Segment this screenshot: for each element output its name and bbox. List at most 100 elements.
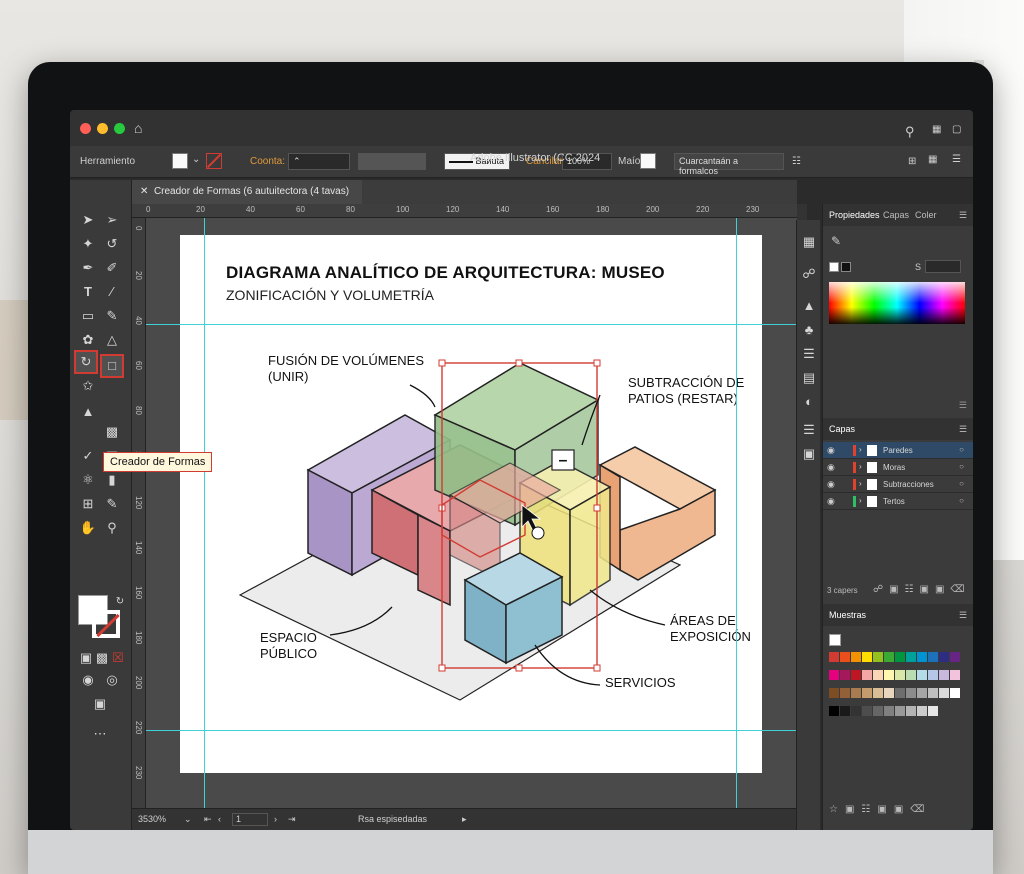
color-value-input[interactable] xyxy=(925,260,961,273)
magic-wand-icon[interactable]: ✦ xyxy=(78,234,98,254)
color-swatch[interactable] xyxy=(862,652,872,662)
layer-name[interactable]: Subtracciones xyxy=(883,480,934,489)
color-swatch[interactable] xyxy=(873,670,883,680)
eyedropper-icon[interactable]: ✓ xyxy=(78,446,98,466)
recolor-icon[interactable]: ✎ xyxy=(831,234,841,248)
color-swatch[interactable] xyxy=(840,670,850,680)
color-swatch[interactable] xyxy=(862,706,872,716)
next-artboard-icon[interactable]: ⇥ xyxy=(288,814,296,825)
panel-menu-icon[interactable]: ☰ xyxy=(959,424,967,435)
color-swatch[interactable] xyxy=(829,670,839,680)
eye-icon[interactable]: ◉ xyxy=(827,479,835,490)
pencil-icon[interactable]: ✎ xyxy=(102,306,122,326)
selection-handle[interactable] xyxy=(515,359,523,367)
chevron-down-icon[interactable]: ⌄ xyxy=(192,154,200,165)
layer-name[interactable]: Tertos xyxy=(883,497,905,506)
color-swatch[interactable] xyxy=(917,688,927,698)
perspective-icon[interactable]: ▲ xyxy=(78,402,98,422)
expand-chevron-icon[interactable]: › xyxy=(859,462,862,471)
shaper-icon[interactable]: ✿ xyxy=(78,330,98,350)
color-swatch[interactable] xyxy=(895,706,905,716)
color-swatch[interactable] xyxy=(873,652,883,662)
guide-vertical[interactable] xyxy=(204,218,205,808)
prev-icon[interactable]: ‹ xyxy=(218,814,221,824)
selection-handle[interactable] xyxy=(593,504,601,512)
rotate-icon[interactable]: ↻ xyxy=(74,350,98,374)
zoom-icon[interactable]: ⚲ xyxy=(102,518,122,538)
color-swatch[interactable] xyxy=(829,688,839,698)
color-spectrum[interactable] xyxy=(829,282,965,324)
color-swatch[interactable] xyxy=(851,706,861,716)
layers-icon[interactable]: ☰ xyxy=(799,420,819,440)
eye-icon[interactable]: ◉ xyxy=(827,462,835,473)
target-icon[interactable]: ○ xyxy=(959,496,964,505)
panel-menu-icon[interactable]: ☰ xyxy=(952,154,961,165)
swap-icon[interactable]: ↻ xyxy=(110,592,130,612)
color-swatch[interactable] xyxy=(895,670,905,680)
tab-layers[interactable]: Capas xyxy=(883,210,909,220)
stroke-swatch[interactable] xyxy=(206,153,222,169)
rectangle-icon[interactable]: ▭ xyxy=(78,306,98,326)
close-window-button[interactable] xyxy=(80,123,91,134)
color-swatch[interactable] xyxy=(884,670,894,680)
target-icon[interactable]: ○ xyxy=(959,462,964,471)
color-swatch[interactable] xyxy=(851,670,861,680)
swatch-none[interactable] xyxy=(829,634,841,646)
color-swatch[interactable] xyxy=(840,706,850,716)
color-swatch[interactable] xyxy=(906,652,916,662)
color-swatch[interactable] xyxy=(873,688,883,698)
style-swatch[interactable] xyxy=(640,153,656,169)
transform-button[interactable]: Cuarcantaán a formalcos xyxy=(674,153,784,176)
workspace-icon[interactable]: ▦ xyxy=(932,124,941,135)
color-swatch[interactable] xyxy=(884,688,894,698)
brushes-icon[interactable]: ☍ xyxy=(799,264,819,284)
selection-tool-icon[interactable]: ➤ xyxy=(78,210,98,230)
color-swatch[interactable] xyxy=(862,670,872,680)
color-swatch[interactable] xyxy=(829,652,839,662)
color-swatch[interactable] xyxy=(906,670,916,680)
canvas[interactable]: DIAGRAMA ANALÍTICO DE ARQUITECTURA: MUSE… xyxy=(146,218,797,808)
eye-icon[interactable]: ◉ xyxy=(827,445,835,456)
status-arrow-icon[interactable]: ▸ xyxy=(462,814,467,825)
eraser-icon[interactable]: △ xyxy=(102,330,122,350)
ruler-left[interactable]: 020406080100120140160180200220230 xyxy=(132,218,146,808)
ruler-top[interactable]: 0 20 40 60 80 100 120 140 160 180 200 220 230 xyxy=(132,204,797,218)
selection-handle[interactable] xyxy=(593,664,601,672)
properties-icon[interactable]: ▦ xyxy=(928,154,937,165)
align-icon[interactable]: ☷ xyxy=(792,156,801,167)
layer-row[interactable]: ◉ › Tertos ○ xyxy=(823,493,973,510)
arrange-icon[interactable]: ⊞ xyxy=(908,156,916,167)
chevron-down-icon[interactable]: ⌄ xyxy=(184,814,192,825)
panel-menu-icon[interactable]: ☰ xyxy=(959,210,967,221)
graph-icon[interactable]: ▮ xyxy=(102,470,122,490)
selection-handle[interactable] xyxy=(438,359,446,367)
color-swatch[interactable] xyxy=(950,670,960,680)
color-swatch[interactable] xyxy=(928,670,938,680)
next-icon[interactable]: › xyxy=(274,814,277,824)
color-swatch[interactable] xyxy=(950,652,960,662)
layers-actions-icon[interactable]: ☍▣☷▣▣⌫ xyxy=(873,584,971,595)
artboard-number[interactable]: 1 xyxy=(232,813,268,826)
none-mode-icon[interactable]: ☒ xyxy=(108,648,128,668)
selection-handle[interactable] xyxy=(593,359,601,367)
swatches-actions-icon[interactable]: ☆▣☷▣▣⌫ xyxy=(829,804,931,815)
guide-horizontal[interactable] xyxy=(146,730,797,731)
slice-icon[interactable]: ✎ xyxy=(102,494,122,514)
color-guide-icon[interactable]: ▦ xyxy=(799,232,819,252)
hand-icon[interactable]: ✋ xyxy=(78,518,98,538)
search-icon[interactable]: ⚲ xyxy=(905,124,915,140)
shape-builder-icon[interactable]: ✩ xyxy=(78,376,98,396)
symbol-sprayer-icon[interactable]: ⚛ xyxy=(78,470,98,490)
line-icon[interactable]: ∕ xyxy=(102,282,122,302)
swatches-tab[interactable]: Muestras xyxy=(829,610,866,620)
fill-mini-swatch[interactable] xyxy=(829,262,839,272)
stroke-panel-icon[interactable]: ▤ xyxy=(799,368,819,388)
color-swatch[interactable] xyxy=(939,652,949,662)
layer-name[interactable]: Paredes xyxy=(883,446,913,455)
color-swatch[interactable] xyxy=(917,706,927,716)
artboard[interactable]: DIAGRAMA ANALÍTICO DE ARQUITECTURA: MUSE… xyxy=(180,235,762,773)
scale-icon[interactable]: □ xyxy=(100,354,124,378)
document-tab[interactable]: ✕ Creador de Formas (6 autuitectora (4 t… xyxy=(132,180,362,204)
color-swatch[interactable] xyxy=(873,706,883,716)
color-swatch[interactable] xyxy=(939,670,949,680)
